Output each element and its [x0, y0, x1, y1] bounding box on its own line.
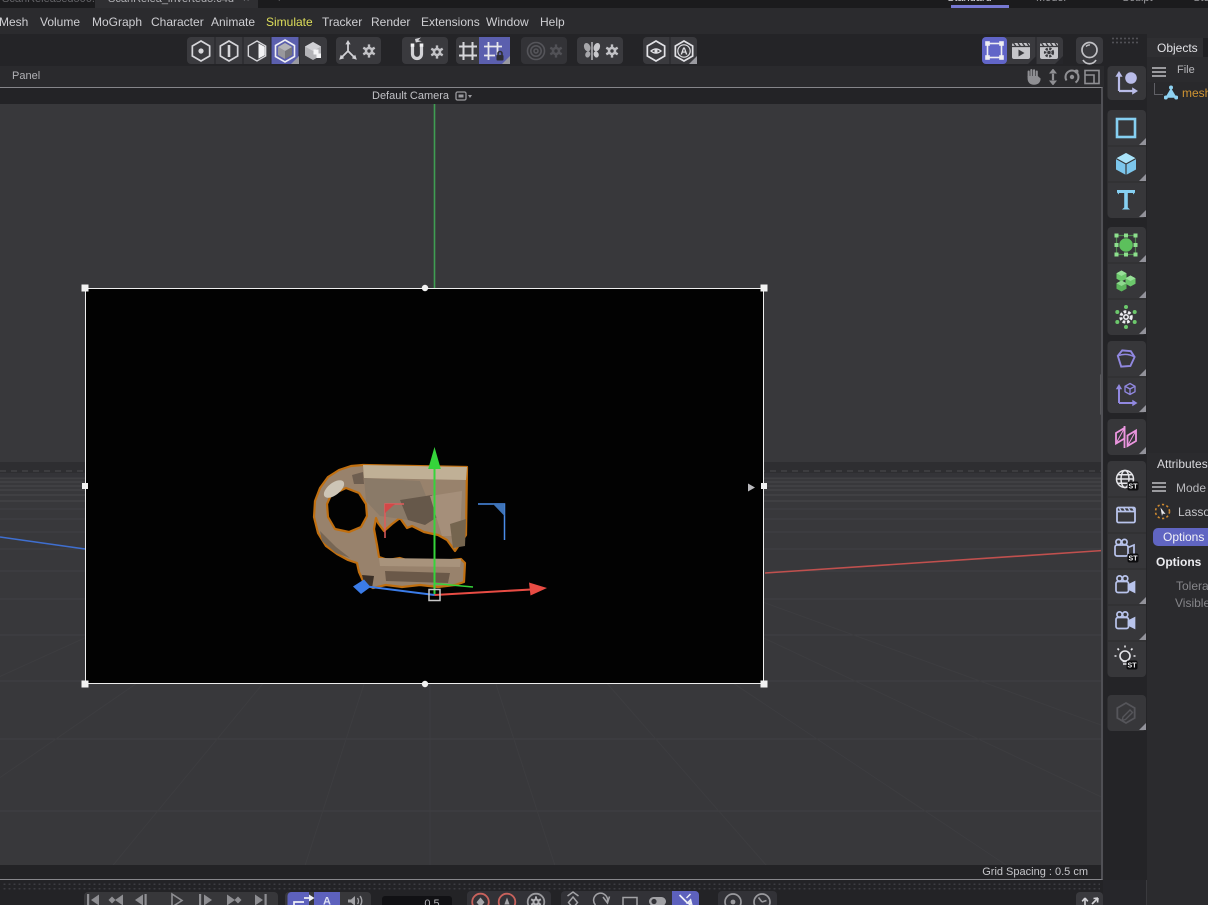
svg-text:0.5: 0.5: [424, 898, 439, 905]
svg-text:A: A: [680, 47, 687, 58]
svg-text:ST: ST: [1129, 556, 1139, 563]
svg-text:ST: ST: [1128, 663, 1138, 670]
svg-text:ST: ST: [1129, 484, 1139, 491]
svg-text:A: A: [323, 896, 331, 905]
